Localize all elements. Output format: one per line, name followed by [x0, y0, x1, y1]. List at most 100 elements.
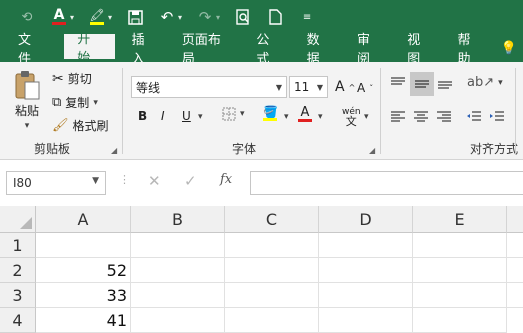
name-box[interactable]: I80 ▼ [6, 171, 106, 195]
table-cell[interactable] [413, 308, 507, 333]
increase-font-button[interactable]: A ^ [335, 79, 355, 95]
redo-dropdown-icon[interactable]: ▾ [216, 13, 220, 22]
align-middle-button[interactable] [410, 72, 434, 96]
cut-button[interactable]: ✂ 剪切 [52, 70, 92, 87]
format-painter-button[interactable]: 🖌 格式刷 [52, 117, 109, 134]
table-cell[interactable] [131, 283, 225, 308]
paste-dropdown-icon[interactable]: ▾ [25, 121, 30, 131]
redo-icon[interactable]: ↷ [196, 8, 214, 26]
table-cell[interactable] [131, 233, 225, 258]
column-header-c[interactable]: C [225, 206, 319, 233]
font-color-dropdown-icon[interactable]: ▾ [318, 112, 323, 122]
tab-data[interactable]: 数据 [294, 33, 344, 67]
border-dropdown-icon[interactable]: ▾ [240, 109, 245, 119]
font-color-dropdown-icon[interactable]: ▾ [70, 13, 74, 22]
decrease-indent-button[interactable] [466, 110, 482, 124]
italic-button[interactable]: I [161, 109, 165, 123]
align-right-button[interactable] [436, 110, 452, 124]
row-header[interactable]: 4 [0, 308, 36, 333]
align-top-button[interactable] [390, 76, 406, 90]
row-header[interactable]: 2 [0, 258, 36, 283]
fill-color-dropdown-icon[interactable]: ▾ [284, 112, 289, 122]
tab-formulas[interactable]: 公式 [243, 33, 293, 67]
row-header[interactable]: 1 [0, 233, 36, 258]
table-cell[interactable] [319, 258, 413, 283]
border-button[interactable]: ▾ [222, 107, 245, 121]
highlight-color-icon[interactable]: 🖍 [88, 8, 106, 26]
font-name-combo[interactable]: 等线 ▼ [131, 76, 287, 98]
tab-home[interactable]: 开始 [64, 32, 115, 66]
column-header-d[interactable]: D [319, 206, 413, 233]
font-color-button[interactable]: A [298, 106, 312, 122]
customize-icon[interactable]: ≡ [298, 8, 316, 26]
highlight-dropdown-icon[interactable]: ▾ [108, 13, 112, 22]
align-center-button[interactable] [413, 110, 429, 124]
underline-dropdown-icon[interactable]: ▾ [198, 112, 203, 122]
font-color-icon[interactable]: A [50, 8, 68, 26]
select-all-button[interactable] [0, 206, 36, 233]
orientation-dropdown-icon[interactable]: ▾ [498, 78, 503, 88]
table-cell[interactable] [319, 308, 413, 333]
bold-button[interactable]: B [138, 109, 147, 123]
cancel-icon[interactable]: ✕ [148, 172, 161, 190]
tab-review[interactable]: 审阅 [344, 33, 394, 67]
undo-icon[interactable]: ↶ [158, 8, 176, 26]
table-cell[interactable] [413, 258, 507, 283]
table-cell[interactable] [319, 233, 413, 258]
table-cell[interactable] [225, 258, 319, 283]
tab-page-layout[interactable]: 页面布局 [169, 33, 244, 67]
font-launcher-icon[interactable]: ◢ [369, 146, 375, 155]
autosave-icon[interactable]: ⟲ [18, 8, 36, 26]
cell-a4[interactable]: 41 [36, 308, 131, 333]
increase-indent-button[interactable] [489, 110, 505, 124]
table-cell[interactable] [225, 308, 319, 333]
align-left-button[interactable] [390, 110, 406, 124]
row-header[interactable]: 3 [0, 283, 36, 308]
tab-help[interactable]: 帮助 [445, 33, 495, 67]
save-icon[interactable] [126, 8, 144, 26]
table-cell[interactable] [413, 283, 507, 308]
clipboard-launcher-icon[interactable]: ◢ [111, 146, 117, 155]
table-cell[interactable] [507, 258, 523, 283]
tab-view[interactable]: 视图 [394, 33, 444, 67]
tab-file[interactable]: 文件 [0, 33, 60, 67]
align-bottom-button[interactable] [437, 76, 453, 90]
copy-dropdown-icon[interactable]: ▾ [93, 98, 98, 108]
phonetic-char: 文 [345, 115, 357, 128]
table-cell[interactable] [225, 283, 319, 308]
cell-a1[interactable] [36, 233, 131, 258]
enter-icon[interactable]: ✓ [184, 172, 197, 190]
decrease-indent-icon [467, 111, 481, 121]
chevron-down-icon: ▼ [92, 176, 99, 186]
new-file-icon[interactable] [266, 8, 284, 26]
drag-handle-icon[interactable]: ⋮ [119, 173, 130, 186]
table-cell[interactable] [507, 283, 523, 308]
table-cell[interactable] [131, 308, 225, 333]
phonetic-dropdown-icon[interactable]: ▾ [364, 112, 369, 122]
copy-button[interactable]: ⧉ 复制 ▾ [52, 94, 98, 111]
table-cell[interactable] [225, 233, 319, 258]
table-cell[interactable] [131, 258, 225, 283]
phonetic-button[interactable]: wén 文 [342, 108, 361, 128]
column-header-e[interactable]: E [413, 206, 507, 233]
paste-button[interactable]: 粘贴 ▾ [14, 70, 40, 131]
table-cell[interactable] [507, 233, 523, 258]
cell-a3[interactable]: 33 [36, 283, 131, 308]
tab-insert[interactable]: 插入 [119, 33, 169, 67]
cell-a2[interactable]: 52 [36, 258, 131, 283]
underline-button[interactable]: U [182, 109, 191, 123]
lightbulb-icon[interactable]: 💡 [495, 34, 523, 62]
decrease-font-button[interactable]: Aˇ [357, 81, 373, 95]
fill-color-button[interactable]: 🪣 [263, 106, 278, 121]
orientation-button[interactable]: ab↗ ▾ [467, 75, 503, 90]
print-preview-icon[interactable] [234, 8, 252, 26]
column-header-f[interactable] [507, 206, 523, 233]
column-header-a[interactable]: A [36, 206, 131, 233]
insert-function-icon[interactable]: fx [220, 172, 232, 187]
undo-dropdown-icon[interactable]: ▾ [178, 13, 182, 22]
table-cell[interactable] [319, 283, 413, 308]
font-size-combo[interactable]: 11 ▼ [289, 76, 328, 98]
table-cell[interactable] [413, 233, 507, 258]
formula-input[interactable] [250, 171, 523, 195]
column-header-b[interactable]: B [131, 206, 225, 233]
